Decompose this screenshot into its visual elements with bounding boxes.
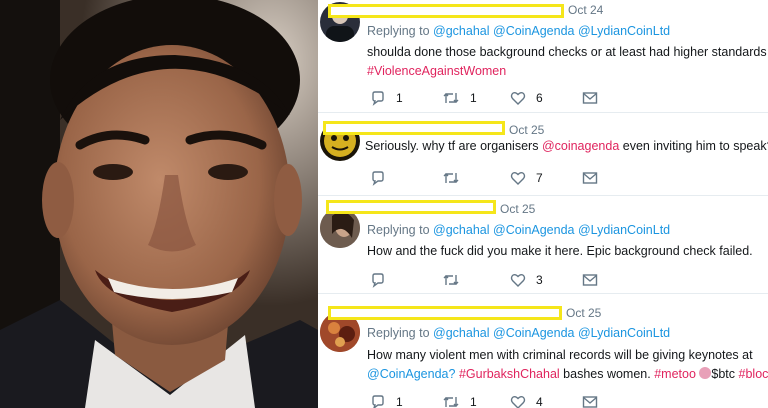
mention-link[interactable]: @coinagenda (542, 139, 619, 153)
tweet-text: How and the fuck did you make it here. E… (367, 242, 753, 261)
replying-to-label: Replying to (367, 24, 430, 38)
hashtag-link[interactable]: #blocl (739, 367, 768, 381)
mention-link[interactable]: @CoinAgenda (493, 326, 575, 340)
mail-icon (582, 396, 598, 408)
mail-icon (582, 274, 598, 286)
retweet-button[interactable] (442, 272, 470, 288)
tweet-text-part: Seriously. why tf are organisers (365, 139, 542, 153)
reply-count: 1 (396, 91, 403, 105)
like-button[interactable]: 4 (510, 394, 543, 408)
reply-icon (372, 171, 384, 186)
reply-icon (372, 395, 384, 408)
reply-count: 1 (396, 395, 403, 408)
replying-to: Replying to @gchahal @CoinAgenda @Lydian… (367, 24, 670, 38)
mention-link[interactable]: @LydianCoinLtd (578, 223, 670, 237)
retweet-icon (443, 397, 459, 407)
mail-icon (582, 172, 598, 184)
message-button[interactable] (582, 90, 598, 106)
retweet-count: 1 (470, 91, 477, 105)
redacted-username (328, 306, 562, 320)
emoji-icon (699, 367, 712, 379)
mention-link[interactable]: @gchahal (433, 24, 489, 38)
tweet-date: Oct 25 (566, 306, 602, 320)
retweet-button[interactable]: 1 (442, 90, 477, 106)
like-button[interactable]: 6 (510, 90, 543, 106)
message-button[interactable] (582, 170, 598, 186)
heart-icon (510, 92, 526, 105)
tweet-reply[interactable]: Oct 24 Replying to @gchahal @CoinAgenda … (318, 0, 768, 113)
like-button[interactable]: 3 (510, 272, 543, 288)
mention-link[interactable]: @CoinAgenda (493, 223, 575, 237)
replying-to-label: Replying to (367, 223, 430, 237)
hashtag-link[interactable]: #metoo (654, 367, 696, 381)
heart-icon (510, 396, 526, 408)
message-button[interactable] (582, 394, 598, 408)
like-count: 6 (536, 91, 543, 105)
retweet-icon (443, 173, 459, 183)
tweet-text: How many violent men with criminal recor… (367, 346, 768, 384)
mention-link[interactable]: @CoinAgenda? (367, 367, 455, 381)
tweet-date: Oct 25 (509, 123, 545, 137)
mention-link[interactable]: @gchahal (433, 326, 489, 340)
heart-icon (510, 172, 526, 185)
tweet-date: Oct 25 (500, 202, 536, 216)
retweet-button[interactable] (442, 170, 470, 186)
redacted-username (323, 121, 505, 135)
tweet-text-line: shoulda done those background checks or … (367, 45, 767, 59)
retweet-icon (443, 275, 459, 285)
like-count: 3 (536, 273, 543, 287)
replying-to-label: Replying to (367, 326, 430, 340)
retweet-icon (443, 93, 459, 103)
retweet-button[interactable]: 1 (442, 394, 477, 408)
tweet-text-line: How and the fuck did you make it here. E… (367, 244, 753, 258)
like-button[interactable]: 7 (510, 170, 543, 186)
tweet-reply[interactable]: Oct 25 Seriously. why tf are organisers … (318, 113, 768, 196)
reply-button[interactable]: 1 (370, 394, 403, 408)
replying-to: Replying to @gchahal @CoinAgenda @Lydian… (367, 223, 670, 237)
mention-link[interactable]: @LydianCoinLtd (578, 326, 670, 340)
tweet-text: shoulda done those background checks or … (367, 43, 767, 81)
tweet-text-part: bashes women. (559, 367, 655, 381)
reply-button[interactable]: 1 (370, 90, 403, 106)
like-count: 7 (536, 171, 543, 185)
reply-icon (372, 273, 384, 288)
retweet-count: 1 (470, 395, 477, 408)
mention-link[interactable]: @gchahal (433, 223, 489, 237)
heart-icon (510, 274, 526, 287)
tweet-text: Seriously. why tf are organisers @coinag… (365, 137, 768, 156)
reply-button[interactable] (370, 272, 396, 288)
reply-feed: Oct 24 Replying to @gchahal @CoinAgenda … (318, 0, 768, 408)
tweet-text-line: How many violent men with criminal recor… (367, 348, 753, 362)
mail-icon (582, 92, 598, 104)
avatar[interactable] (320, 208, 360, 248)
tweet-reply[interactable]: Oct 25 Replying to @gchahal @CoinAgenda … (318, 294, 768, 408)
message-button[interactable] (582, 272, 598, 288)
replying-to: Replying to @gchahal @CoinAgenda @Lydian… (367, 326, 670, 340)
mention-link[interactable]: @LydianCoinLtd (578, 24, 670, 38)
reply-button[interactable] (370, 170, 396, 186)
cashtag-link[interactable]: $btc (711, 367, 735, 381)
mention-link[interactable]: @CoinAgenda (493, 24, 575, 38)
hashtag-link[interactable]: #GurbakshChahal (459, 367, 560, 381)
portrait-photo (0, 0, 318, 408)
hashtag-link[interactable]: #ViolenceAgainstWomen (367, 64, 506, 78)
redacted-username (328, 4, 564, 18)
tweet-date: Oct 24 (568, 3, 604, 17)
reply-icon (372, 91, 384, 106)
tweet-reply[interactable]: Oct 25 Replying to @gchahal @CoinAgenda … (318, 196, 768, 294)
redacted-username (326, 200, 496, 214)
tweet-text-part: even inviting him to speak? (619, 139, 768, 153)
like-count: 4 (536, 395, 543, 408)
